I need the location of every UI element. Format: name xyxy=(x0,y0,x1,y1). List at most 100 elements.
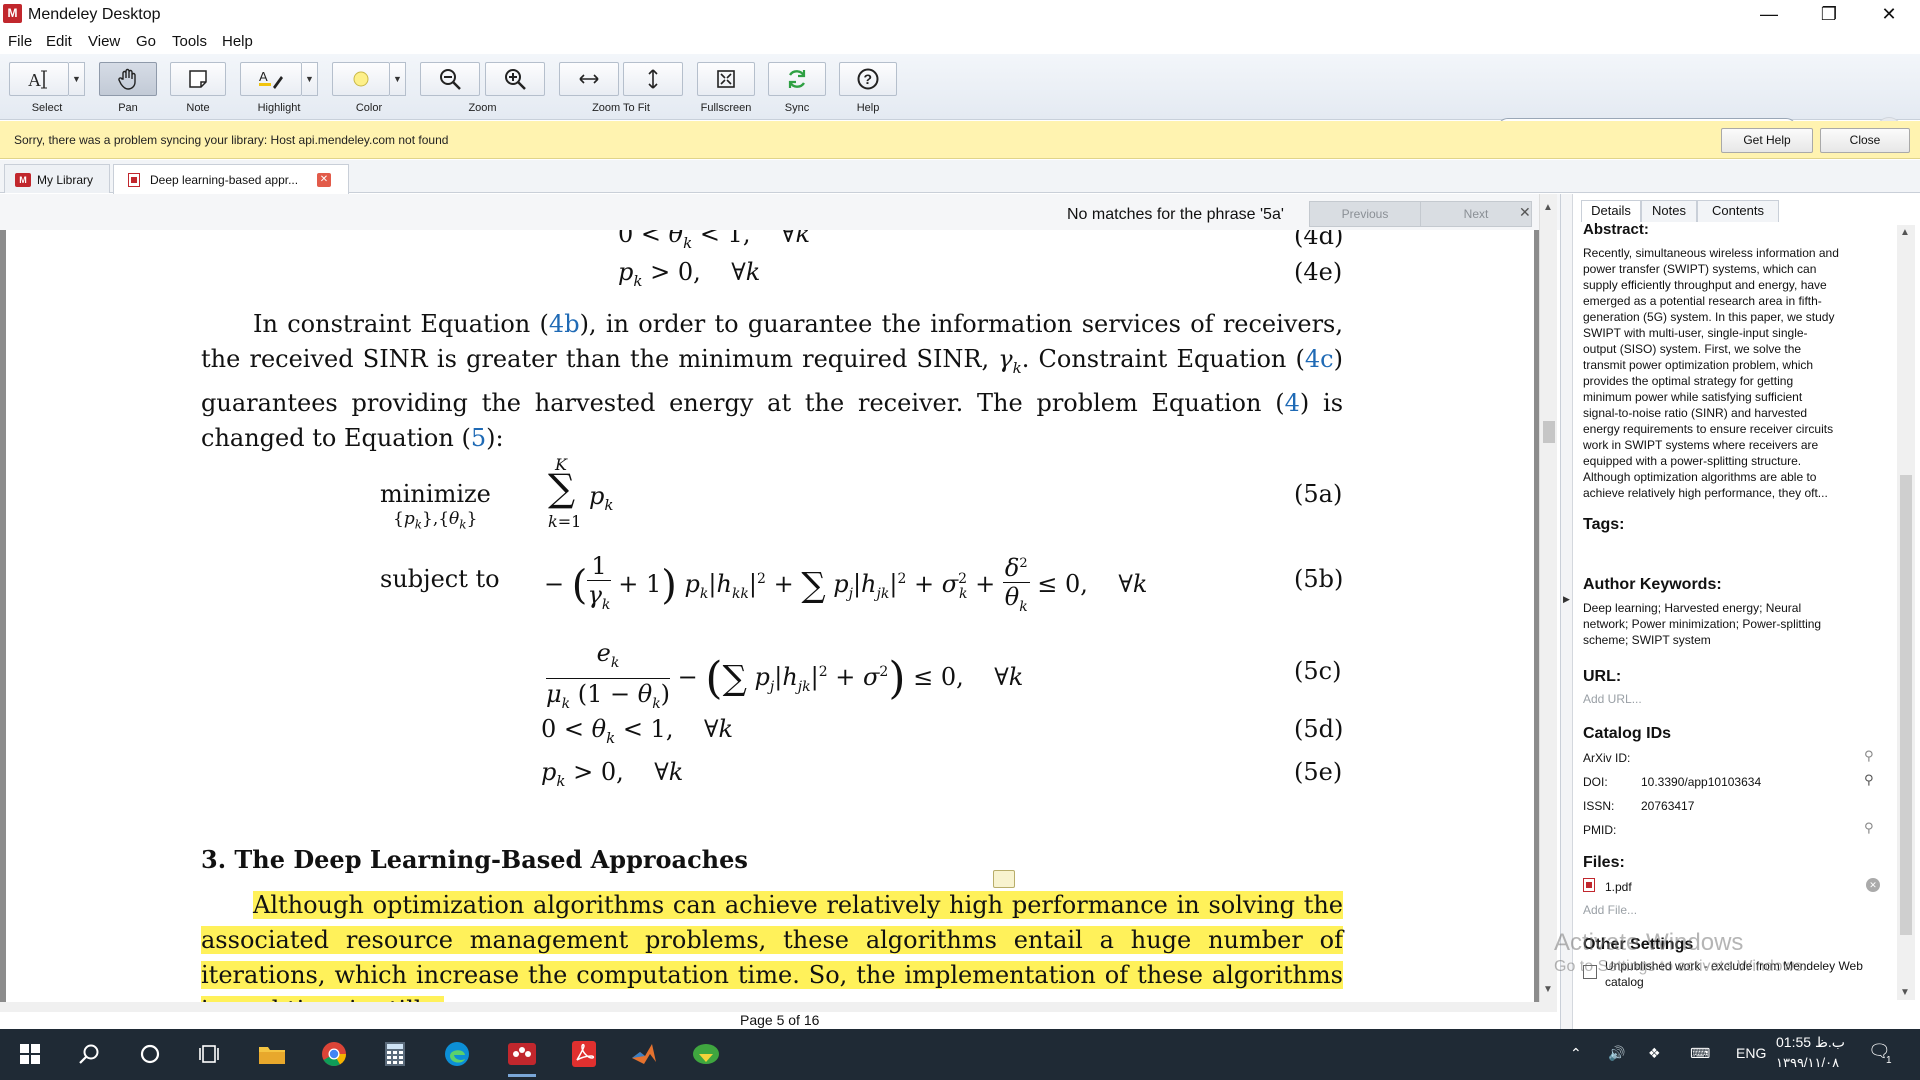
note-tool-button[interactable] xyxy=(170,62,226,96)
color-picker-button[interactable] xyxy=(332,62,390,96)
matlab-taskbar-icon[interactable] xyxy=(627,1037,661,1071)
tab-notes[interactable]: Notes xyxy=(1641,200,1697,222)
zoom-out-button[interactable] xyxy=(420,62,480,96)
zoom-out-icon xyxy=(440,69,461,90)
tray-overflow-icon[interactable]: ⌃ xyxy=(1570,1045,1582,1062)
pmid-lookup-icon[interactable]: ⚲ xyxy=(1864,820,1874,836)
pan-tool-button[interactable] xyxy=(99,62,157,96)
cortana-button[interactable] xyxy=(133,1037,167,1071)
pdf-page[interactable]: 0 < θk < 1, ∀k (4d) pk > 0, ∀k (4e) In c… xyxy=(6,230,1534,1002)
folder-icon xyxy=(259,1047,285,1064)
find-next-button[interactable]: Next xyxy=(1420,201,1532,227)
clock-time[interactable]: 01:55 ب.ظ xyxy=(1776,1034,1845,1051)
highlight-dropdown-button[interactable]: ▼ xyxy=(302,62,318,96)
eq-label-4d: (4d) xyxy=(1294,230,1344,250)
close-banner-button[interactable]: Close xyxy=(1820,128,1910,153)
menu-tools[interactable]: Tools xyxy=(172,33,207,50)
details-scroll-up-icon[interactable]: ▲ xyxy=(1900,227,1910,238)
fullscreen-icon xyxy=(717,70,735,88)
menu-view[interactable]: View xyxy=(88,33,120,50)
idm-taskbar-icon[interactable] xyxy=(689,1037,723,1071)
sticky-note-icon[interactable] xyxy=(993,870,1015,888)
file-link[interactable]: 1.pdf xyxy=(1605,880,1632,894)
tab-contents[interactable]: Contents xyxy=(1697,200,1779,222)
ref-5-link[interactable]: 5 xyxy=(471,424,486,452)
close-find-icon[interactable]: ✕ xyxy=(1519,204,1531,221)
fullscreen-button[interactable] xyxy=(697,62,755,96)
arxiv-lookup-icon[interactable]: ⚲ xyxy=(1864,748,1874,764)
highlight-tool-button[interactable]: A xyxy=(240,62,302,96)
objective-term: pk xyxy=(589,482,614,514)
author-keywords-text[interactable]: Deep learning; Harvested energy; Neural … xyxy=(1583,600,1821,648)
search-taskbar-button[interactable] xyxy=(72,1037,106,1071)
color-dropdown-button[interactable]: ▼ xyxy=(390,62,406,96)
ref-4c-link[interactable]: 4c xyxy=(1305,345,1334,373)
scroll-down-icon[interactable]: ▼ xyxy=(1543,984,1553,995)
task-view-button[interactable] xyxy=(193,1037,227,1071)
fit-height-button[interactable] xyxy=(623,62,683,96)
keyboard-icon[interactable]: ⌨ xyxy=(1690,1045,1710,1062)
volume-icon[interactable]: 🔊 xyxy=(1608,1045,1625,1062)
close-tab-icon[interactable]: ✕ xyxy=(317,173,331,187)
select-tool-button[interactable]: A xyxy=(9,62,69,96)
edge-taskbar-icon[interactable] xyxy=(440,1037,474,1071)
details-scroll-thumb[interactable] xyxy=(1900,475,1912,935)
ref-4b-link[interactable]: 4b xyxy=(549,310,580,338)
mendeley-taskbar-icon[interactable] xyxy=(505,1037,539,1077)
constraint-5e: pk > 0, ∀k xyxy=(541,758,684,790)
document-hscrollbar[interactable] xyxy=(0,1002,1557,1012)
acrobat-taskbar-icon[interactable] xyxy=(567,1037,601,1071)
tab-my-library-label: My Library xyxy=(37,173,94,187)
menu-file[interactable]: File xyxy=(8,33,32,50)
issn-value[interactable]: 20763417 xyxy=(1641,799,1694,813)
pdf-viewer[interactable]: 0 < θk < 1, ∀k (4d) pk > 0, ∀k (4e) In c… xyxy=(0,230,1540,1002)
doi-value[interactable]: 10.3390/app10103634 xyxy=(1641,775,1761,789)
abstract-text[interactable]: Recently, simultaneous wireless informat… xyxy=(1583,245,1839,501)
menu-help[interactable]: Help xyxy=(222,33,253,50)
select-dropdown-button[interactable]: ▼ xyxy=(69,62,85,96)
ref-4-link[interactable]: 4 xyxy=(1285,389,1300,417)
details-scrollbar[interactable]: ▲ ▼ xyxy=(1897,225,1915,1000)
document-scrollbar[interactable]: ▲ ▼ xyxy=(1539,194,1557,1002)
minimize-subscript: {pk},{θk} xyxy=(393,509,478,532)
start-button[interactable] xyxy=(13,1037,47,1071)
chrome-taskbar-icon[interactable] xyxy=(317,1037,351,1071)
get-help-button[interactable]: Get Help xyxy=(1721,128,1813,153)
minimize-button[interactable]: — xyxy=(1746,0,1792,30)
fit-width-button[interactable] xyxy=(559,62,619,96)
fit-height-icon xyxy=(648,69,658,89)
find-previous-button[interactable]: Previous xyxy=(1309,201,1421,227)
collapse-arrow-icon[interactable]: ▶ xyxy=(1563,594,1570,605)
doi-lookup-icon[interactable]: ⚲ xyxy=(1864,772,1874,788)
menu-go[interactable]: Go xyxy=(136,33,156,50)
scroll-up-icon[interactable]: ▲ xyxy=(1543,202,1553,213)
tab-document[interactable]: Deep learning-based appr... ✕ xyxy=(113,164,349,194)
url-heading: URL: xyxy=(1583,668,1622,685)
constraint-5d: 0 < θk < 1, ∀k xyxy=(541,715,733,747)
sync-button[interactable] xyxy=(768,62,826,96)
details-scroll-down-icon[interactable]: ▼ xyxy=(1900,987,1910,998)
document-scroll-thumb[interactable] xyxy=(1543,421,1555,443)
zoom-in-button[interactable] xyxy=(485,62,545,96)
tab-my-library[interactable]: M My Library xyxy=(4,164,110,193)
add-url-field[interactable]: Add URL... xyxy=(1583,691,1642,707)
file-explorer-taskbar-icon[interactable] xyxy=(255,1037,289,1071)
dropbox-icon[interactable]: ❖ xyxy=(1648,1045,1661,1062)
close-window-button[interactable]: ✕ xyxy=(1866,0,1912,30)
window-title: Mendeley Desktop xyxy=(28,6,161,23)
menu-edit[interactable]: Edit xyxy=(46,33,72,50)
minimize-label: minimize xyxy=(380,480,491,508)
restore-button[interactable]: ❐ xyxy=(1806,0,1852,30)
help-button[interactable]: ? xyxy=(839,62,897,96)
language-indicator[interactable]: ENG xyxy=(1736,1045,1766,1061)
tab-details[interactable]: Details xyxy=(1581,200,1641,222)
calculator-taskbar-icon[interactable] xyxy=(378,1037,412,1071)
page-indicator: Page 5 of 16 xyxy=(740,1012,820,1028)
panel-splitter[interactable]: ▶ xyxy=(1561,194,1573,1029)
add-file-link[interactable]: Add File... xyxy=(1583,902,1637,918)
remove-file-icon[interactable]: ✕ xyxy=(1866,878,1880,892)
title-bar: M Mendeley Desktop — ❐ ✕ xyxy=(0,0,1920,30)
download-manager-icon xyxy=(693,1044,719,1064)
color-label: Color xyxy=(355,102,383,114)
clock-date[interactable]: ۱۳۹۹/۱۱/۰۸ xyxy=(1776,1055,1839,1071)
